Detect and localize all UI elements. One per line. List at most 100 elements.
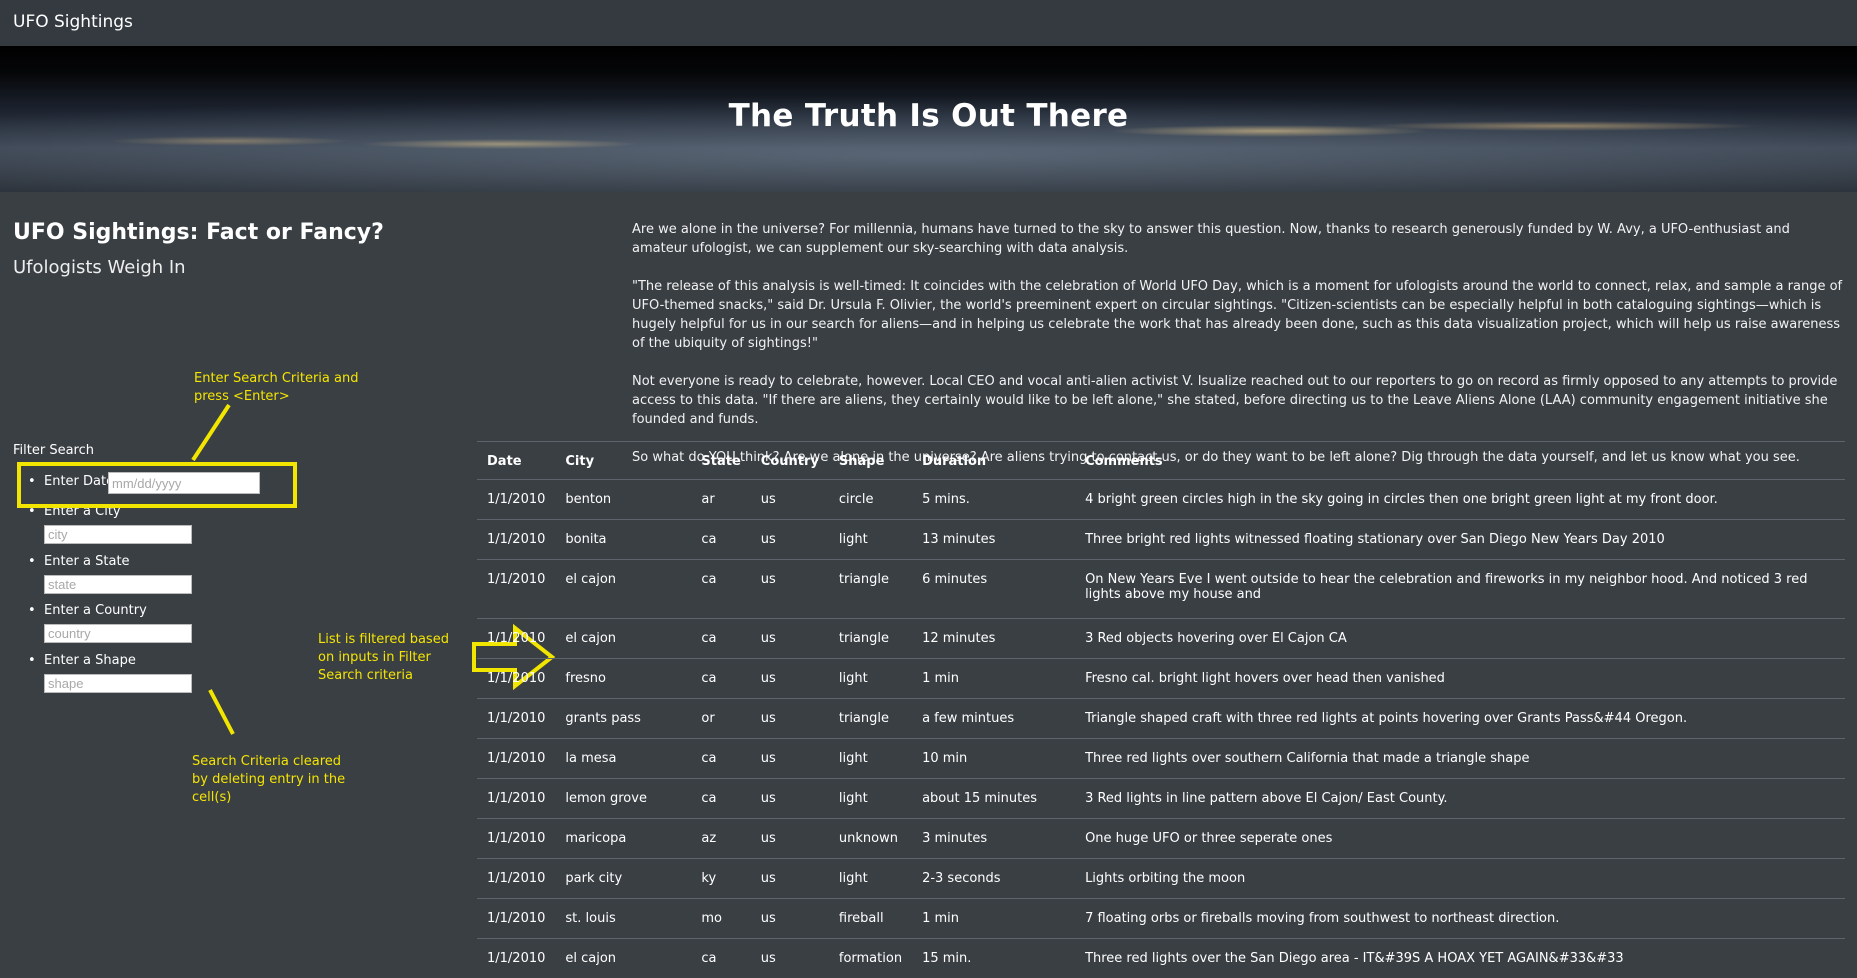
cell-duration: 1 min (912, 899, 1075, 939)
cell-state: ca (691, 560, 750, 619)
cell-state: az (691, 819, 750, 859)
navbar: UFO Sightings (0, 0, 1857, 47)
page-subtitle: Ufologists Weigh In (13, 257, 186, 278)
col-header-duration[interactable]: Duration (912, 442, 1075, 480)
cell-comments: Three red lights over southern Californi… (1075, 739, 1845, 779)
table-body: 1/1/2010bentonaruscircle5 mins.4 bright … (477, 480, 1845, 978)
cell-duration: a few mintues (912, 699, 1075, 739)
cell-country: us (751, 819, 829, 859)
cell-comments: 7 floating orbs or fireballs moving from… (1075, 899, 1845, 939)
filter-item-state: Enter a State (13, 554, 192, 594)
country-label: Enter a Country (44, 603, 147, 618)
cell-city: el cajon (555, 939, 691, 978)
cell-date: 1/1/2010 (477, 739, 555, 779)
cell-country: us (751, 560, 829, 619)
cell-shape: formation (829, 939, 912, 978)
cell-date: 1/1/2010 (477, 859, 555, 899)
cell-comments: One huge UFO or three seperate ones (1075, 819, 1845, 859)
cell-city: maricopa (555, 819, 691, 859)
cell-comments: Three red lights over the San Diego area… (1075, 939, 1845, 978)
col-header-city[interactable]: City (555, 442, 691, 480)
cell-state: ky (691, 859, 750, 899)
cell-shape: light (829, 659, 912, 699)
cell-shape: unknown (829, 819, 912, 859)
col-header-state[interactable]: State (691, 442, 750, 480)
cell-country: us (751, 619, 829, 659)
cell-comments: Lights orbiting the moon (1075, 859, 1845, 899)
cell-duration: 12 minutes (912, 619, 1075, 659)
intro-paragraph: Are we alone in the universe? For millen… (632, 220, 1847, 258)
col-header-date[interactable]: Date (477, 442, 555, 480)
filter-search-title: Filter Search (13, 443, 94, 458)
cell-city: la mesa (555, 739, 691, 779)
cell-city: fresno (555, 659, 691, 699)
annotation-list-filtered: List is filtered based on inputs in Filt… (318, 631, 468, 685)
cell-city: lemon grove (555, 779, 691, 819)
ufo-table: Date City State Country Shape Duration C… (477, 441, 1845, 978)
cell-date: 1/1/2010 (477, 779, 555, 819)
cell-country: us (751, 659, 829, 699)
table-row: 1/1/2010bonitacauslight13 minutesThree b… (477, 520, 1845, 560)
annotation-criteria-cleared: Search Criteria cleared by deleting entr… (192, 753, 352, 807)
city-input[interactable] (44, 525, 192, 544)
hero-banner: The Truth Is Out There (0, 46, 1857, 192)
cell-comments: 3 Red objects hovering over El Cajon CA (1075, 619, 1845, 659)
table-row: 1/1/2010lemon grovecauslightabout 15 min… (477, 779, 1845, 819)
table-row: 1/1/2010bentonaruscircle5 mins.4 bright … (477, 480, 1845, 520)
annotation-enter-criteria: Enter Search Criteria and press <Enter> (194, 370, 364, 406)
cell-state: ca (691, 739, 750, 779)
table-row: 1/1/2010el cajoncausformation15 min.Thre… (477, 939, 1845, 978)
pointer-line-bottom (210, 690, 233, 734)
cell-duration: 13 minutes (912, 520, 1075, 560)
cell-duration: about 15 minutes (912, 779, 1075, 819)
intro-paragraph: Not everyone is ready to celebrate, howe… (632, 372, 1847, 429)
cell-state: ca (691, 619, 750, 659)
page-title: UFO Sightings: Fact or Fancy? (13, 220, 384, 245)
col-header-country[interactable]: Country (751, 442, 829, 480)
cell-comments: Triangle shaped craft with three red lig… (1075, 699, 1845, 739)
cell-duration: 10 min (912, 739, 1075, 779)
cell-shape: fireball (829, 899, 912, 939)
state-input[interactable] (44, 575, 192, 594)
cell-date: 1/1/2010 (477, 659, 555, 699)
filter-item-city: Enter a City (13, 504, 192, 544)
cell-country: us (751, 859, 829, 899)
cell-duration: 15 min. (912, 939, 1075, 978)
intro-paragraph: "The release of this analysis is well-ti… (632, 277, 1847, 353)
table-row: 1/1/2010la mesacauslight10 minThree red … (477, 739, 1845, 779)
table-row: 1/1/2010el cajoncaustriangle12 minutes3 … (477, 619, 1845, 659)
cell-shape: light (829, 859, 912, 899)
cell-country: us (751, 480, 829, 520)
table-row: 1/1/2010fresnocauslight1 minFresno cal. … (477, 659, 1845, 699)
navbar-brand[interactable]: UFO Sightings (13, 12, 133, 32)
cell-state: mo (691, 899, 750, 939)
cell-shape: triangle (829, 560, 912, 619)
cell-city: benton (555, 480, 691, 520)
cell-date: 1/1/2010 (477, 619, 555, 659)
cell-duration: 3 minutes (912, 819, 1075, 859)
cell-state: or (691, 699, 750, 739)
table-header-row: Date City State Country Shape Duration C… (477, 442, 1845, 480)
filter-item-country: Enter a Country (13, 603, 192, 643)
table-row: 1/1/2010maricopaazusunknown3 minutesOne … (477, 819, 1845, 859)
cell-state: ca (691, 520, 750, 560)
cell-date: 1/1/2010 (477, 899, 555, 939)
table-row: 1/1/2010el cajoncaustriangle6 minutesOn … (477, 560, 1845, 619)
country-input[interactable] (44, 624, 192, 643)
table-row: 1/1/2010grants passorustrianglea few min… (477, 699, 1845, 739)
state-label: Enter a State (44, 554, 130, 569)
cell-duration: 1 min (912, 659, 1075, 699)
cell-city: st. louis (555, 899, 691, 939)
cell-state: ar (691, 480, 750, 520)
cell-city: grants pass (555, 699, 691, 739)
cell-shape: light (829, 739, 912, 779)
shape-input[interactable] (44, 674, 192, 693)
col-header-comments[interactable]: Comments (1075, 442, 1845, 480)
date-highlight-box (17, 462, 297, 508)
cell-country: us (751, 520, 829, 560)
col-header-shape[interactable]: Shape (829, 442, 912, 480)
cell-date: 1/1/2010 (477, 560, 555, 619)
cell-country: us (751, 739, 829, 779)
table-row: 1/1/2010st. louismousfireball1 min7 floa… (477, 899, 1845, 939)
cell-state: ca (691, 939, 750, 978)
